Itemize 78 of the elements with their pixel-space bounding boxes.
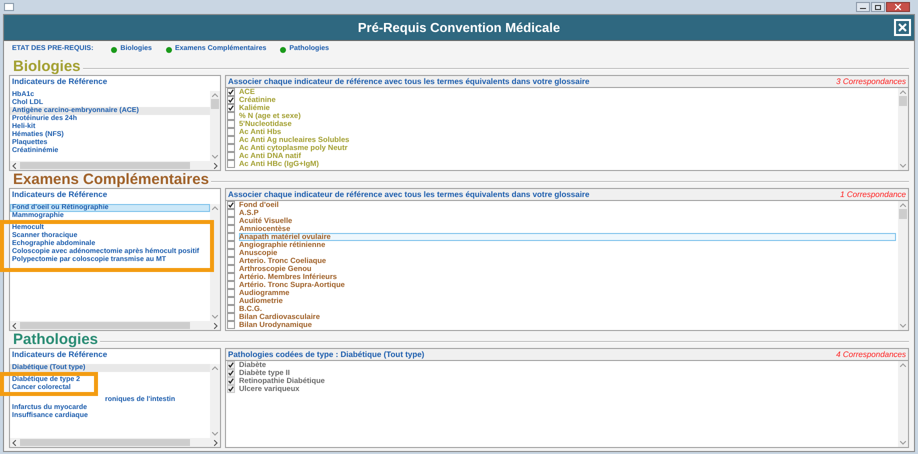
scroll-down-icon[interactable] [212,432,218,436]
checkbox[interactable] [227,144,235,152]
match-count: 3 Correspondances [836,76,906,88]
section-title: Biologies [12,59,81,75]
scroll-right-icon[interactable] [214,162,218,168]
checkbox[interactable] [227,361,235,369]
vertical-scrollbar[interactable] [210,364,220,438]
checkbox[interactable] [227,313,235,321]
match-count: 1 Correspondance [840,188,906,200]
checkbox[interactable] [227,152,235,160]
horizontal-scrollbar[interactable] [10,321,220,330]
checkbox[interactable] [227,128,235,136]
scroll-left-icon[interactable] [12,322,16,328]
close-icon[interactable] [894,19,911,36]
scroll-up-icon[interactable] [212,206,218,210]
scroll-up-icon[interactable] [900,90,906,94]
checkbox[interactable] [227,249,235,257]
scroll-thumb[interactable] [20,162,190,169]
checkbox[interactable] [227,217,235,225]
panel-header: Associer chaque indicateur de référence avec tous les termes équivalents dans votre glossaire [228,188,590,200]
scroll-up-icon[interactable] [900,203,906,207]
panel-header: Pathologies codées de type : Diabétique (Tout type) [228,348,424,360]
checkbox[interactable] [227,96,235,104]
panel-header: Associer chaque indicateur de référence avec tous les termes équivalents dans votre glossaire [228,76,590,88]
checkbox[interactable] [227,209,235,217]
maximize-button[interactable] [871,2,885,12]
scroll-left-icon[interactable] [12,440,16,446]
vertical-scrollbar[interactable] [898,201,908,330]
match-count: 4 Correspondances [836,348,906,360]
scroll-thumb[interactable] [20,439,190,446]
scroll-thumb[interactable] [899,96,907,106]
scroll-down-icon[interactable] [212,315,218,319]
scroll-down-icon[interactable] [900,324,906,328]
checkbox[interactable] [227,160,235,168]
checkbox[interactable] [227,265,235,273]
scroll-left-icon[interactable] [12,162,16,168]
close-icon[interactable] [895,4,901,10]
close-button[interactable] [886,2,910,12]
horizontal-scrollbar[interactable] [10,438,220,447]
checkbox[interactable] [227,289,235,297]
scroll-down-icon[interactable] [212,155,218,159]
scroll-thumb[interactable] [899,209,907,219]
checkbox[interactable] [227,377,235,385]
checkbox[interactable] [227,281,235,289]
checkbox[interactable] [227,112,235,120]
checkbox[interactable] [227,120,235,128]
checkbox[interactable] [227,201,235,209]
checkbox[interactable] [227,233,235,241]
checkbox[interactable] [227,225,235,233]
checkbox[interactable] [227,257,235,265]
checkbox[interactable] [227,136,235,144]
checkbox[interactable] [227,88,235,96]
minimize-button[interactable] [856,2,870,12]
checkbox[interactable] [227,385,235,393]
scroll-up-icon[interactable] [212,366,218,370]
vertical-scrollbar[interactable] [898,88,908,170]
scroll-right-icon[interactable] [214,322,218,328]
checkbox[interactable] [227,241,235,249]
scroll-right-icon[interactable] [214,440,218,446]
vertical-scrollbar[interactable] [898,361,908,447]
checkbox[interactable] [227,321,235,329]
horizontal-scrollbar[interactable] [10,161,220,170]
checkbox[interactable] [227,104,235,112]
scroll-down-icon[interactable] [900,441,906,445]
scroll-up-icon[interactable] [900,363,906,367]
section-title: Examens Complémentaires [12,172,209,188]
scroll-thumb[interactable] [20,322,190,329]
scroll-up-icon[interactable] [212,93,218,97]
scroll-thumb[interactable] [211,99,219,109]
checkbox[interactable] [227,305,235,313]
vertical-scrollbar[interactable] [210,91,220,161]
checkbox[interactable] [227,273,235,281]
scroll-down-icon[interactable] [900,164,906,168]
section-title: Pathologies [12,332,98,348]
dialog-title: Pré-Requis Convention Médicale [358,18,560,37]
window-icon [4,3,14,11]
checkbox[interactable] [227,369,235,377]
checkbox[interactable] [227,297,235,305]
